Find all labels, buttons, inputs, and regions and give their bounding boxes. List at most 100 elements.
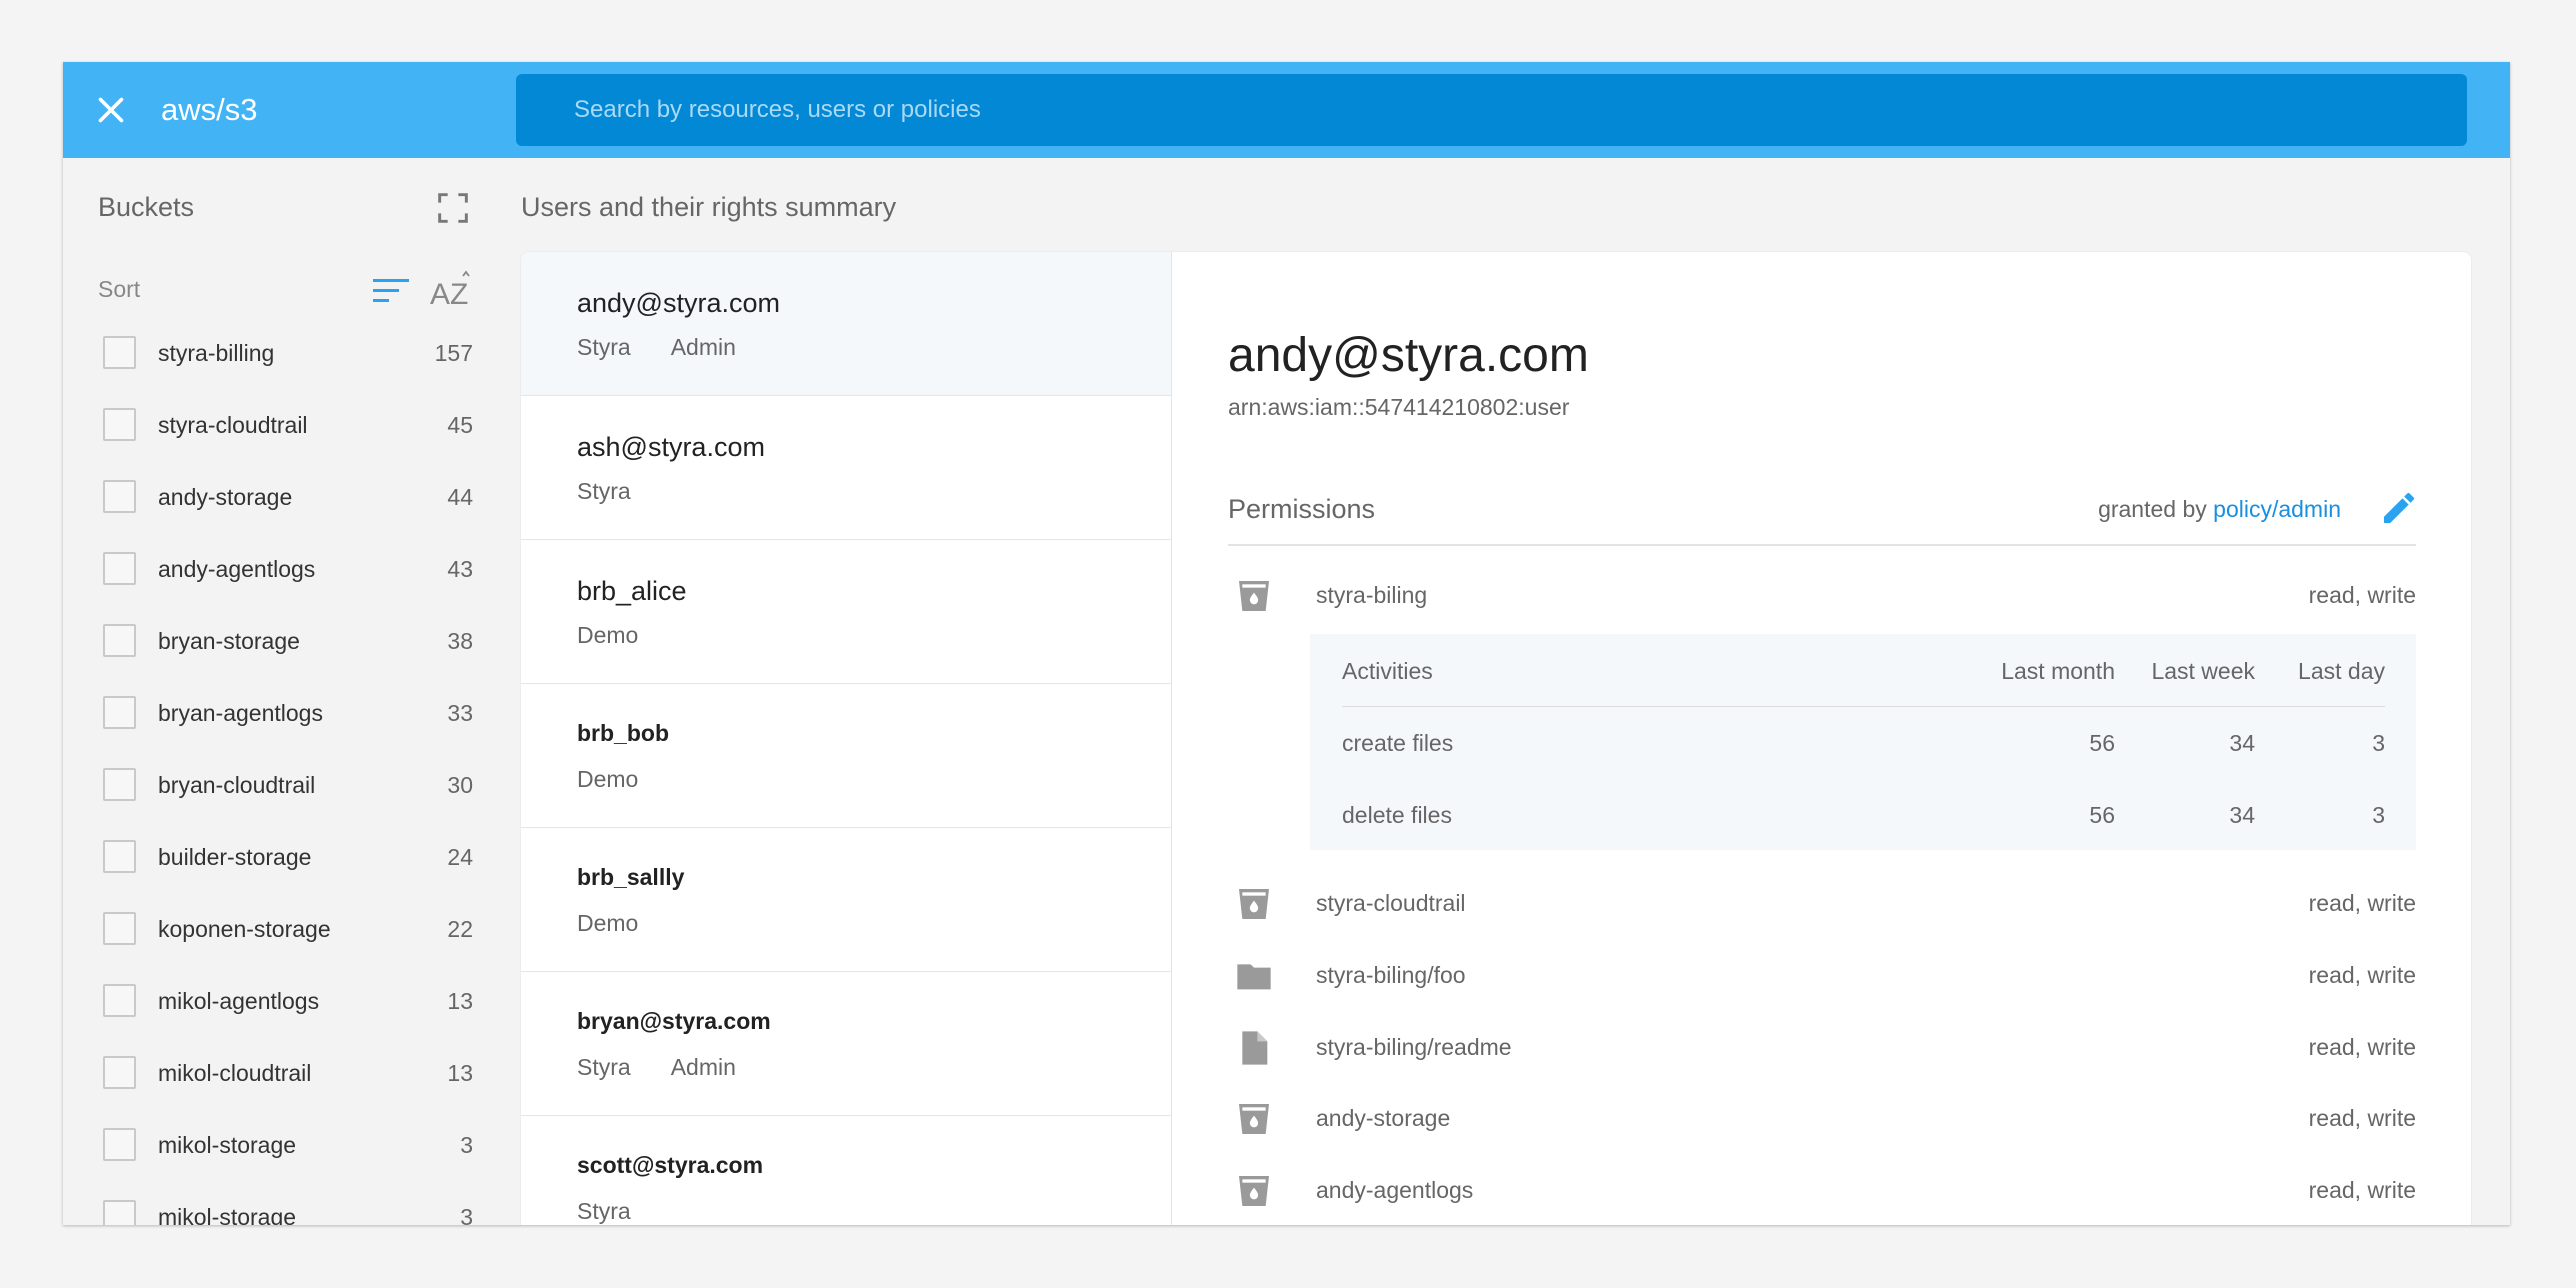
bucket-item[interactable]: mikol-storage 3 bbox=[63, 1182, 508, 1225]
user-role: Admin bbox=[670, 1054, 736, 1080]
table-row: delete files 56 34 3 bbox=[1342, 778, 2385, 850]
bucket-name: bryan-cloudtrail bbox=[158, 772, 316, 798]
resource-name: styra-cloudtrail bbox=[1316, 890, 1466, 916]
user-tags: Demo bbox=[577, 622, 678, 649]
close-icon[interactable] bbox=[93, 92, 129, 128]
bucket-count: 13 bbox=[447, 988, 473, 1014]
user-item[interactable]: brb_alice Demo bbox=[521, 540, 1171, 684]
buckets-sidebar: Buckets Sort AZ styra-billing 157 styra-c… bbox=[63, 158, 508, 1225]
table-header: Activities Last month Last week Last day bbox=[1342, 634, 2385, 707]
summary-card: andy@styra.com Styra Admin ash@styra.com … bbox=[521, 252, 2471, 1225]
resource-row[interactable]: andy-agentlogs read, write bbox=[1228, 1161, 2416, 1221]
bucket-name: bryan-agentlogs bbox=[158, 700, 323, 726]
resource-row[interactable]: styra-cloudtrail read, write bbox=[1228, 874, 2416, 934]
policy-link[interactable]: policy/admin bbox=[2213, 496, 2341, 522]
bucket-checkbox[interactable] bbox=[103, 336, 136, 369]
bucket-checkbox[interactable] bbox=[103, 408, 136, 441]
col-last-day: Last day bbox=[2298, 658, 2385, 684]
bucket-icon bbox=[1239, 1104, 1269, 1134]
user-name: brb_sallly bbox=[577, 864, 685, 890]
resource-name: styra-biling/foo bbox=[1316, 962, 1466, 988]
user-tags: Styra bbox=[577, 478, 671, 505]
fullscreen-icon[interactable] bbox=[437, 192, 469, 224]
bucket-checkbox[interactable] bbox=[103, 912, 136, 945]
sort-order-icon[interactable] bbox=[371, 274, 411, 308]
bucket-item[interactable]: andy-storage 44 bbox=[63, 462, 508, 534]
user-org: Styra bbox=[577, 334, 631, 360]
user-name: brb_bob bbox=[577, 720, 669, 746]
activity-name: create files bbox=[1342, 730, 1454, 756]
granted-by: granted by policy/admin bbox=[2098, 496, 2341, 523]
user-item[interactable]: brb_bob Demo bbox=[521, 684, 1171, 828]
bucket-name: mikol-storage bbox=[158, 1204, 297, 1225]
user-item[interactable]: scott@styra.com Styra bbox=[521, 1116, 1171, 1225]
bucket-checkbox[interactable] bbox=[103, 1128, 136, 1161]
user-item[interactable]: andy@styra.com Styra Admin bbox=[521, 252, 1171, 396]
user-role: Admin bbox=[670, 334, 736, 360]
user-org: Styra bbox=[577, 1054, 631, 1080]
bucket-count: 33 bbox=[447, 700, 473, 726]
bucket-name: bryan-storage bbox=[158, 628, 300, 654]
bucket-item[interactable]: andy-agentlogs 43 bbox=[63, 534, 508, 606]
user-name: andy@styra.com bbox=[577, 288, 780, 318]
resource-rights: read, write bbox=[2308, 962, 2416, 988]
user-item[interactable]: bryan@styra.com Styra Admin bbox=[521, 972, 1171, 1116]
bucket-item[interactable]: styra-billing 157 bbox=[63, 318, 508, 390]
user-detail: andy@styra.com arn:aws:iam::547414210802… bbox=[1172, 252, 2471, 1225]
resource-name: styra-biling bbox=[1316, 582, 1428, 608]
user-item[interactable]: brb_sallly Demo bbox=[521, 828, 1171, 972]
bucket-item[interactable]: bryan-agentlogs 33 bbox=[63, 678, 508, 750]
granted-prefix: granted by bbox=[2098, 496, 2207, 522]
edit-icon[interactable] bbox=[2379, 488, 2419, 528]
user-org: Styra bbox=[577, 1198, 631, 1224]
detail-user-name: andy@styra.com bbox=[1228, 329, 1589, 382]
bucket-item[interactable]: mikol-storage 3 bbox=[63, 1110, 508, 1182]
bucket-checkbox[interactable] bbox=[103, 696, 136, 729]
resource-rights: read, write bbox=[2308, 582, 2416, 608]
bucket-name: andy-storage bbox=[158, 484, 293, 510]
user-tags: Styra bbox=[577, 1198, 671, 1225]
resource-row[interactable]: styra-biling/readme read, write bbox=[1228, 1018, 2416, 1078]
bucket-icon bbox=[1239, 581, 1269, 611]
bucket-checkbox[interactable] bbox=[103, 480, 136, 513]
bucket-item[interactable]: mikol-cloudtrail 13 bbox=[63, 1038, 508, 1110]
bucket-checkbox[interactable] bbox=[103, 624, 136, 657]
user-name: brb_alice bbox=[577, 576, 687, 606]
bucket-icon bbox=[1239, 1176, 1269, 1206]
bucket-name: mikol-cloudtrail bbox=[158, 1060, 312, 1086]
bucket-count: 45 bbox=[447, 412, 473, 438]
bucket-checkbox[interactable] bbox=[103, 1056, 136, 1089]
bucket-name: styra-billing bbox=[158, 340, 275, 366]
resource-row[interactable]: styra-biling read, write bbox=[1228, 566, 2416, 626]
col-last-week: Last week bbox=[2151, 658, 2255, 684]
svg-text:AZ: AZ bbox=[430, 278, 468, 310]
top-bar: aws/s3 bbox=[63, 62, 2510, 158]
resource-row[interactable]: andy-storage read, write bbox=[1228, 1089, 2416, 1149]
bucket-item[interactable]: styra-cloudtrail 45 bbox=[63, 390, 508, 462]
col-activities: Activities bbox=[1342, 658, 1433, 684]
bucket-item[interactable]: bryan-cloudtrail 30 bbox=[63, 750, 508, 822]
user-org: Demo bbox=[577, 622, 639, 648]
bucket-item[interactable]: bryan-storage 38 bbox=[63, 606, 508, 678]
bucket-item[interactable]: builder-storage 24 bbox=[63, 822, 508, 894]
bucket-checkbox[interactable] bbox=[103, 552, 136, 585]
user-org: Demo bbox=[577, 910, 639, 936]
activity-week: 34 bbox=[2229, 802, 2255, 828]
user-item[interactable]: ash@styra.com Styra bbox=[521, 396, 1171, 540]
user-org: Styra bbox=[577, 478, 631, 504]
col-last-month: Last month bbox=[2001, 658, 2115, 684]
user-tags: Demo bbox=[577, 910, 678, 937]
bucket-item[interactable]: koponen-storage 22 bbox=[63, 894, 508, 966]
bucket-checkbox[interactable] bbox=[103, 768, 136, 801]
sort-alphabetical-icon[interactable]: AZ bbox=[430, 270, 476, 310]
folder-icon bbox=[1237, 964, 1271, 990]
bucket-item[interactable]: mikol-agentlogs 13 bbox=[63, 966, 508, 1038]
permissions-title: Permissions bbox=[1228, 494, 1376, 524]
bucket-checkbox[interactable] bbox=[103, 1200, 136, 1225]
user-tags: Demo bbox=[577, 766, 678, 793]
bucket-checkbox[interactable] bbox=[103, 984, 136, 1017]
resource-row[interactable]: styra-biling/foo read, write bbox=[1228, 946, 2416, 1006]
search-input[interactable] bbox=[516, 74, 2467, 146]
user-name: ash@styra.com bbox=[577, 432, 765, 462]
bucket-checkbox[interactable] bbox=[103, 840, 136, 873]
